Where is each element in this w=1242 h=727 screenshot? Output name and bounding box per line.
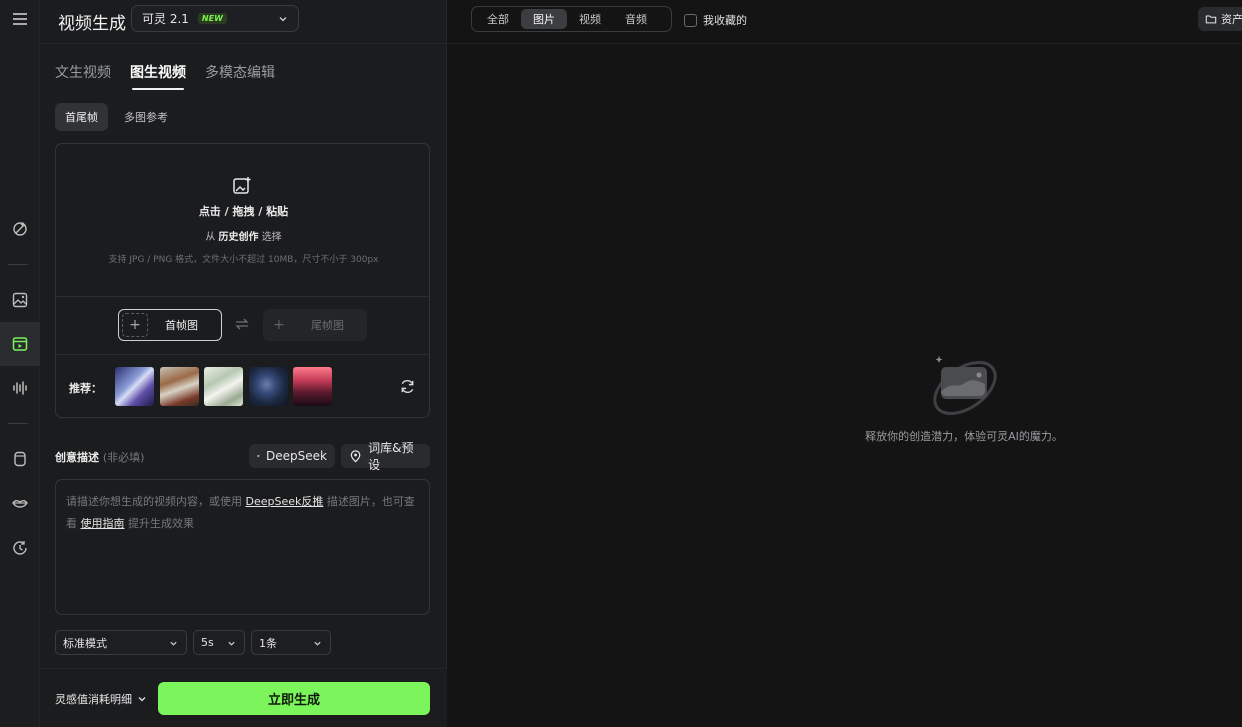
favorites-label: 我收藏的 [703, 14, 747, 27]
upload-requirements: 支持 JPG / PNG 格式，文件大小不超过 10MB，尺寸不小于 300px [108, 255, 379, 265]
tab-multimodal-edit[interactable]: 多模态编辑 [205, 62, 275, 82]
user-guide-link[interactable]: 使用指南 [81, 517, 125, 530]
description-label: 创意描述 (非必填) [55, 449, 144, 465]
last-frame-label: 尾帧图 [311, 319, 344, 332]
deepseek-label: DeepSeek [266, 449, 327, 463]
placeholder-text: 描述图片，也可查 [326, 495, 415, 508]
first-frame-label: 首帧图 [165, 319, 198, 332]
bottom-bar: 灵感值消耗明细 立即生成 [40, 668, 447, 727]
video-gen-icon[interactable] [0, 322, 40, 366]
recommend-thumb[interactable] [204, 367, 243, 406]
presets-button[interactable]: 词库&预设 [341, 441, 430, 472]
model-select[interactable]: 可灵 2.1 NEW [131, 5, 299, 32]
duration-value: 5s [201, 636, 214, 649]
history-icon[interactable] [0, 526, 40, 570]
recommend-thumb[interactable] [160, 367, 199, 406]
favorites-toggle[interactable]: 我收藏的 [684, 12, 747, 28]
menu-icon[interactable] [0, 0, 40, 41]
description-title: 创意描述 [55, 451, 99, 464]
filter-videos[interactable]: 视频 [567, 9, 613, 29]
filter-audio[interactable]: 音频 [613, 9, 659, 29]
first-frame-button[interactable]: + 首帧图 [118, 309, 222, 341]
deepseek-button[interactable]: DeepSeek [249, 444, 335, 468]
sub-tabs: 首尾帧 多图参考 [55, 103, 178, 131]
cost-details-toggle[interactable]: 灵感值消耗明细 [55, 691, 147, 707]
favorites-checkbox[interactable] [684, 13, 697, 27]
count-select[interactable]: 1条 [251, 630, 331, 655]
media-filter: 全部 图片 视频 音频 [471, 6, 672, 32]
duration-select[interactable]: 5s [193, 630, 245, 655]
placeholder-text: 看 [66, 517, 77, 530]
tab-image-to-video[interactable]: 图生视频 [130, 62, 186, 90]
optional-hint: (非必填) [102, 451, 145, 464]
assets-label: 资产 [1221, 13, 1242, 26]
placeholder-text: 请描述你想生成的视频内容，或使用 [66, 495, 242, 508]
new-badge: NEW [197, 13, 227, 24]
refresh-icon[interactable] [399, 378, 416, 395]
chevron-down-icon [228, 641, 235, 646]
deepseek-reverse-link[interactable]: DeepSeek反推 [246, 495, 324, 508]
model-name: 可灵 2.1 [142, 12, 189, 26]
page-title: 视频生成 [58, 14, 126, 34]
swap-icon[interactable] [234, 316, 250, 332]
history-link[interactable]: 历史创作 [219, 232, 259, 243]
divider [56, 296, 429, 297]
plus-icon: + [122, 313, 148, 337]
filter-all[interactable]: 全部 [475, 9, 521, 29]
last-frame-button[interactable]: + 尾帧图 [263, 309, 367, 341]
count-value: 1条 [259, 636, 277, 650]
whale-icon [257, 455, 260, 457]
empty-state-text: 释放你的创造潜力，体验可灵AI的魔力。 [865, 430, 1063, 443]
recommend-thumb[interactable] [115, 367, 154, 406]
image-upload-area[interactable]: 点击 / 拖拽 / 粘贴 从 历史创作 选择 支持 JPG / PNG 格式，文… [55, 143, 430, 418]
placeholder-text: 提升生成效果 [128, 517, 194, 530]
lip-sync-icon[interactable] [0, 481, 40, 525]
recommend-thumb[interactable] [249, 367, 288, 406]
cost-label: 灵感值消耗明细 [55, 693, 132, 706]
chevron-down-icon [138, 697, 146, 702]
chevron-down-icon [170, 641, 177, 646]
mode-tabs: 文生视频 图生视频 多模态编辑 [55, 62, 275, 90]
left-rail [0, 0, 40, 727]
magic-edit-icon[interactable] [0, 207, 40, 251]
folder-icon [1205, 15, 1217, 24]
upload-from-history: 从 历史创作 选择 [56, 228, 431, 243]
upload-image-icon [233, 177, 251, 194]
image-gen-icon[interactable] [0, 278, 40, 322]
choose-label: 选择 [261, 232, 282, 243]
mode-value: 标准模式 [63, 636, 107, 650]
chevron-down-icon [314, 641, 321, 646]
rail-divider [8, 264, 28, 265]
generate-button[interactable]: 立即生成 [158, 682, 430, 715]
subtab-multi-image-ref[interactable]: 多图参考 [114, 103, 178, 131]
panel-header: 视频生成 可灵 2.1 NEW [40, 0, 447, 44]
prompt-textarea[interactable]: 请描述你想生成的视频内容，或使用 DeepSeek反推 描述图片，也可查 看 使… [55, 479, 430, 615]
mode-select[interactable]: 标准模式 [55, 630, 187, 655]
presets-label: 词库&预设 [368, 441, 414, 472]
tab-text-to-video[interactable]: 文生视频 [55, 62, 111, 82]
gallery-toolbar: 全部 图片 视频 音频 我收藏的 资产 [447, 0, 1242, 44]
recommend-label: 推荐： [69, 382, 102, 395]
from-label: 从 [205, 232, 216, 243]
empty-gallery-icon [933, 356, 997, 415]
plus-icon: + [273, 317, 285, 333]
subtab-first-last-frame[interactable]: 首尾帧 [55, 103, 108, 131]
recommend-thumb[interactable] [293, 367, 332, 406]
upload-instruction: 点击 / 拖拽 / 粘贴 [198, 205, 289, 218]
chevron-down-icon [279, 17, 287, 22]
avatar-icon[interactable] [0, 437, 40, 481]
divider [56, 354, 429, 355]
filter-images[interactable]: 图片 [521, 9, 567, 29]
location-pin-icon [350, 450, 361, 463]
audio-icon[interactable] [0, 366, 40, 410]
rail-divider [8, 423, 28, 424]
assets-button[interactable]: 资产 [1198, 7, 1242, 31]
